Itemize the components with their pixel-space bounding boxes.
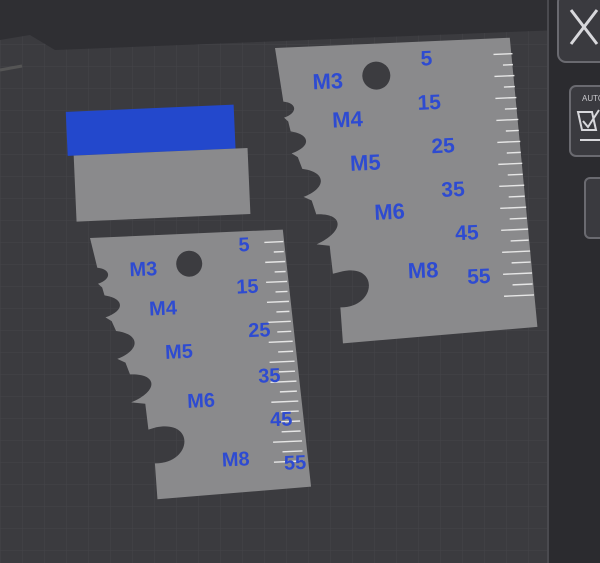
length-label: 5 <box>238 234 250 256</box>
thread-size-label: M6 <box>374 199 406 225</box>
swatch-top <box>65 104 236 156</box>
swatch-bottom <box>73 148 251 222</box>
length-label: 35 <box>441 178 466 202</box>
length-label: 5 <box>420 47 433 71</box>
thread-size-label: M3 <box>312 68 344 94</box>
thread-size-label: M6 <box>187 390 216 413</box>
print-preview-viewport[interactable]: AUTO <box>0 0 600 563</box>
thread-size-label: M4 <box>149 297 179 320</box>
auto-orient-label: AUTO <box>582 94 600 103</box>
thread-size-label: M4 <box>332 106 364 132</box>
thread-size-label: M3 <box>129 258 158 281</box>
thread-size-label: M5 <box>350 150 382 176</box>
length-label: 15 <box>236 276 259 299</box>
length-label: 25 <box>248 319 271 342</box>
length-label: 35 <box>258 365 281 388</box>
build-plate-scene[interactable]: AUTO <box>0 0 600 563</box>
length-label: 55 <box>284 452 307 475</box>
thread-size-label: M8 <box>221 448 250 471</box>
close-button[interactable] <box>557 0 600 63</box>
thread-size-label: M5 <box>165 341 194 364</box>
auto-orient-button[interactable]: AUTO <box>569 85 600 157</box>
length-label: 45 <box>455 221 480 245</box>
length-label: 15 <box>417 91 442 115</box>
length-label: 25 <box>431 134 456 158</box>
length-label: 45 <box>270 408 293 431</box>
length-label: 55 <box>467 265 492 289</box>
color-swatch[interactable] <box>65 104 251 222</box>
thread-size-label: M8 <box>407 257 439 283</box>
right-toolbar: AUTO <box>547 0 600 563</box>
tool-button[interactable] <box>584 177 600 239</box>
